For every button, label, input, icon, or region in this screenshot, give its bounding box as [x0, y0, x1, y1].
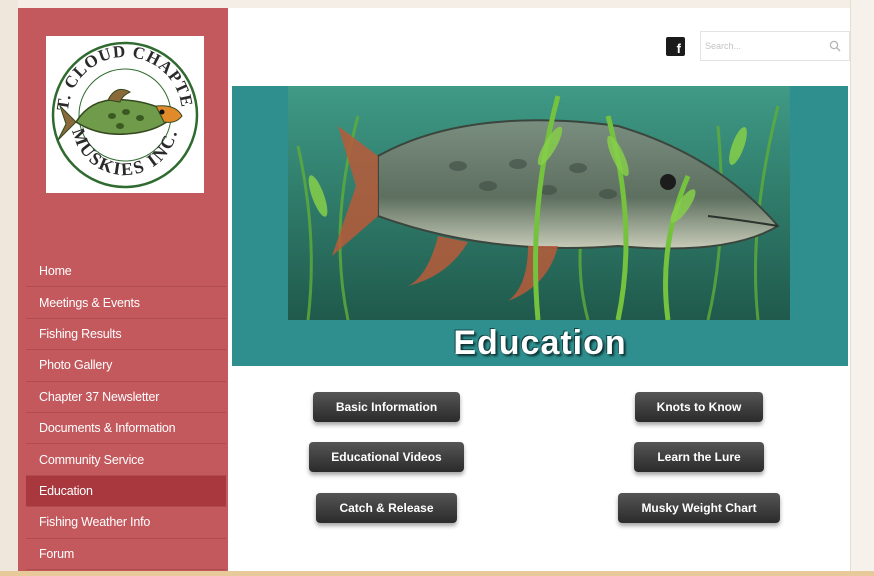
- page-right-margin: [850, 0, 874, 576]
- sidebar-item-newsletter[interactable]: Chapter 37 Newsletter: [26, 382, 226, 413]
- sidebar-item-label: Meetings & Events: [39, 295, 140, 310]
- basic-information-button[interactable]: Basic Information: [313, 392, 460, 422]
- sidebar-item-documents[interactable]: Documents & Information: [26, 413, 226, 445]
- sidebar-item-forum[interactable]: Forum: [26, 539, 226, 570]
- sidebar-item-label: Home: [39, 264, 72, 279]
- sidebar-item-home[interactable]: Home: [26, 256, 226, 288]
- chapter-logo[interactable]: ST. CLOUD CHAPTER MUSKIES INC.: [39, 21, 204, 193]
- musky-weight-chart-button[interactable]: Musky Weight Chart: [618, 493, 780, 523]
- sidebar-item-label: Education: [39, 483, 93, 498]
- search-icon[interactable]: [829, 40, 841, 52]
- education-banner: Education: [232, 86, 848, 366]
- sidebar-item-label: Photo Gallery: [39, 358, 113, 373]
- sidebar-item-label: Chapter 37 Newsletter: [39, 389, 160, 404]
- banner-title: Education: [453, 323, 627, 362]
- learn-the-lure-button[interactable]: Learn the Lure: [634, 442, 764, 472]
- search-box: [700, 31, 850, 61]
- sidebar-item-community-service[interactable]: Community Service: [26, 444, 226, 476]
- sidebar-item-meetings-events[interactable]: Meetings & Events: [26, 287, 226, 319]
- knots-to-know-button[interactable]: Knots to Know: [635, 392, 763, 422]
- catch-and-release-button[interactable]: Catch & Release: [316, 493, 457, 523]
- sidebar-item-education[interactable]: Education: [26, 475, 226, 508]
- sidebar-item-label: Forum: [39, 546, 75, 561]
- search-input[interactable]: [705, 41, 823, 51]
- sidebar-item-label: Community Service: [39, 452, 144, 467]
- educational-videos-button[interactable]: Educational Videos: [309, 442, 464, 472]
- sidebar-nav: Home Meetings & Events Fishing Results P…: [26, 256, 226, 570]
- sidebar-item-photo-gallery[interactable]: Photo Gallery: [26, 350, 226, 382]
- sidebar-item-label: Fishing Results: [39, 326, 122, 341]
- page-bottom-border: [0, 571, 874, 576]
- sidebar-item-fishing-results[interactable]: Fishing Results: [26, 319, 226, 351]
- muskie-underwater-photo: [288, 86, 790, 320]
- sidebar: ST. CLOUD CHAPTER MUSKIES INC. Home Meet…: [18, 8, 228, 572]
- facebook-icon[interactable]: f: [666, 37, 685, 56]
- sidebar-item-label: Fishing Weather Info: [39, 515, 151, 530]
- muskie-logo-image: ST. CLOUD CHAPTER MUSKIES INC.: [39, 21, 199, 189]
- sidebar-item-label: Documents & Information: [39, 421, 176, 436]
- sidebar-item-fishing-weather[interactable]: Fishing Weather Info: [26, 507, 226, 539]
- page-left-margin: [0, 0, 18, 576]
